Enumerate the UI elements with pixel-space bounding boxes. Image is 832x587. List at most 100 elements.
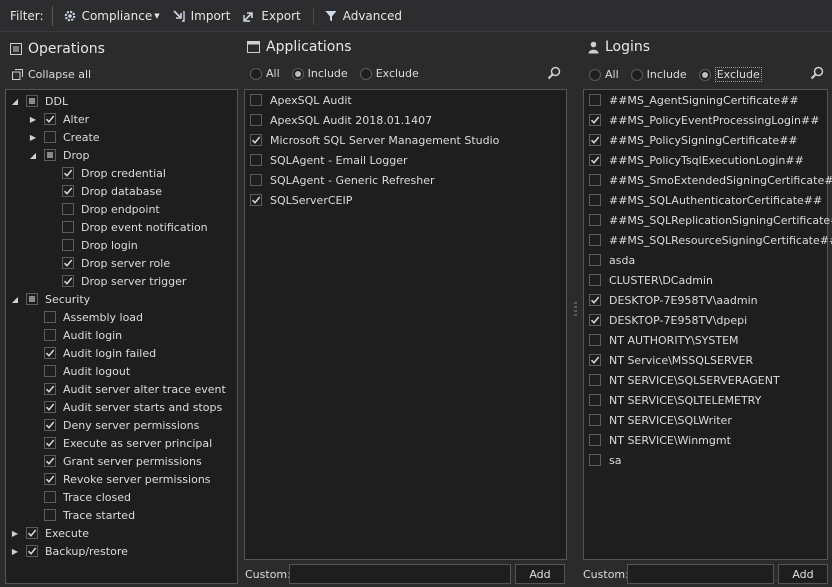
applications-list-item[interactable]: SQLAgent - Email Logger: [250, 151, 407, 169]
applications-add-button[interactable]: Add: [515, 564, 565, 584]
tree-node-checkbox[interactable]: [44, 437, 56, 449]
logins-item-checkbox[interactable]: [589, 334, 601, 346]
tree-node-checkbox[interactable]: [44, 329, 56, 341]
logins-list-item[interactable]: ##MS_SmoExtendedSigningCertificate##: [589, 171, 832, 189]
logins-item-checkbox[interactable]: [589, 434, 601, 446]
applications-radio-exclude[interactable]: [359, 67, 372, 80]
expanded-arrow-icon[interactable]: ◢: [10, 96, 20, 106]
tree-node-checkbox[interactable]: [44, 131, 56, 143]
logins-item-checkbox[interactable]: [589, 114, 601, 126]
export-button[interactable]: Export: [242, 9, 301, 23]
tree-node-checkbox[interactable]: [44, 113, 56, 125]
collapsed-arrow-icon[interactable]: ▶: [10, 546, 20, 556]
tree-node[interactable]: Deny server permissions: [28, 416, 199, 434]
tree-node-checkbox[interactable]: [44, 311, 56, 323]
expanded-arrow-icon[interactable]: ◢: [28, 150, 38, 160]
applications-item-checkbox[interactable]: [250, 134, 262, 146]
logins-list-item[interactable]: asda: [589, 251, 635, 269]
logins-list-item[interactable]: DESKTOP-7E958TV\dpepi: [589, 311, 747, 329]
tree-node[interactable]: Trace started: [28, 506, 135, 524]
search-icon[interactable]: [810, 66, 824, 80]
logins-list-item[interactable]: NT SERVICE\SQLSERVERAGENT: [589, 371, 780, 389]
search-icon[interactable]: [547, 66, 561, 80]
logins-list-item[interactable]: ##MS_AgentSigningCertificate##: [589, 91, 799, 109]
splitter-grip[interactable]: [574, 302, 577, 316]
logins-custom-input[interactable]: [627, 564, 774, 584]
collapsed-arrow-icon[interactable]: ▶: [10, 528, 20, 538]
logins-list-item[interactable]: ##MS_SQLResourceSigningCertificate##: [589, 231, 832, 249]
compliance-button[interactable]: Compliance ▼: [63, 9, 160, 23]
logins-add-button[interactable]: Add: [778, 564, 828, 584]
tree-node[interactable]: Drop server role: [46, 254, 170, 272]
collapsed-arrow-icon[interactable]: ▶: [28, 114, 38, 124]
logins-list-item[interactable]: DESKTOP-7E958TV\aadmin: [589, 291, 758, 309]
advanced-button[interactable]: Advanced: [324, 9, 402, 23]
applications-item-checkbox[interactable]: [250, 114, 262, 126]
tree-node-checkbox[interactable]: [62, 185, 74, 197]
logins-item-checkbox[interactable]: [589, 454, 601, 466]
applications-item-checkbox[interactable]: [250, 194, 262, 206]
applications-custom-input[interactable]: [289, 564, 511, 584]
tree-node-checkbox[interactable]: [26, 545, 38, 557]
logins-radio-exclude[interactable]: [698, 68, 711, 81]
tree-node[interactable]: Audit login: [28, 326, 122, 344]
expanded-arrow-icon[interactable]: ◢: [10, 294, 20, 304]
tree-node[interactable]: Drop login: [46, 236, 138, 254]
tree-node-checkbox[interactable]: [44, 491, 56, 503]
tree-node[interactable]: Audit server alter trace event: [28, 380, 226, 398]
applications-item-checkbox[interactable]: [250, 174, 262, 186]
logins-item-checkbox[interactable]: [589, 174, 601, 186]
logins-list-item[interactable]: ##MS_PolicyTsqlExecutionLogin##: [589, 151, 804, 169]
tree-node[interactable]: Execute as server principal: [28, 434, 212, 452]
logins-item-checkbox[interactable]: [589, 414, 601, 426]
tree-node[interactable]: ◢ Drop: [28, 146, 90, 164]
logins-list-item[interactable]: NT AUTHORITY\SYSTEM: [589, 331, 739, 349]
applications-radio-all[interactable]: [250, 67, 262, 80]
tree-node[interactable]: Drop database: [46, 182, 162, 200]
tree-node[interactable]: Audit login failed: [28, 344, 156, 362]
logins-radio-include[interactable]: [630, 68, 643, 81]
logins-list-item[interactable]: ##MS_PolicySigningCertificate##: [589, 131, 798, 149]
tree-node-checkbox[interactable]: [62, 257, 74, 269]
tree-node-checkbox[interactable]: [44, 149, 56, 161]
tree-node-checkbox[interactable]: [44, 473, 56, 485]
logins-item-checkbox[interactable]: [589, 254, 601, 266]
logins-item-checkbox[interactable]: [589, 274, 601, 286]
logins-item-checkbox[interactable]: [589, 214, 601, 226]
tree-node-checkbox[interactable]: [62, 275, 74, 287]
tree-node-checkbox[interactable]: [44, 401, 56, 413]
logins-item-checkbox[interactable]: [589, 294, 601, 306]
tree-node[interactable]: Assembly load: [28, 308, 143, 326]
applications-list-item[interactable]: SQLAgent - Generic Refresher: [250, 171, 435, 189]
logins-item-checkbox[interactable]: [589, 194, 601, 206]
logins-list-item[interactable]: NT Service\MSSQLSERVER: [589, 351, 753, 369]
logins-list-item[interactable]: ##MS_SQLReplicationSigningCertificate##: [589, 211, 832, 229]
logins-item-checkbox[interactable]: [589, 154, 601, 166]
applications-item-checkbox[interactable]: [250, 154, 262, 166]
logins-list-item[interactable]: ##MS_PolicyEventProcessingLogin##: [589, 111, 819, 129]
tree-node-checkbox[interactable]: [62, 239, 74, 251]
tree-node[interactable]: Grant server permissions: [28, 452, 202, 470]
applications-list-item[interactable]: ApexSQL Audit: [250, 91, 352, 109]
tree-node[interactable]: ▶ Backup/restore: [10, 542, 128, 560]
logins-item-checkbox[interactable]: [589, 234, 601, 246]
tree-node[interactable]: ◢ Security: [10, 290, 90, 308]
tree-node[interactable]: Trace closed: [28, 488, 131, 506]
collapse-all-button[interactable]: Collapse all: [12, 68, 91, 81]
tree-node-checkbox[interactable]: [62, 221, 74, 233]
logins-list-item[interactable]: NT SERVICE\SQLWriter: [589, 411, 732, 429]
logins-list-item[interactable]: CLUSTER\DCadmin: [589, 271, 713, 289]
logins-item-checkbox[interactable]: [589, 314, 601, 326]
tree-node[interactable]: ◢ DDL: [10, 92, 68, 110]
tree-node[interactable]: Audit server starts and stops: [28, 398, 222, 416]
applications-item-checkbox[interactable]: [250, 94, 262, 106]
tree-node-checkbox[interactable]: [26, 293, 38, 305]
logins-list-item[interactable]: NT SERVICE\Winmgmt: [589, 431, 731, 449]
tree-node-checkbox[interactable]: [44, 383, 56, 395]
tree-node-checkbox[interactable]: [26, 527, 38, 539]
tree-node-checkbox[interactable]: [44, 347, 56, 359]
tree-node[interactable]: ▶ Execute: [10, 524, 89, 542]
logins-item-checkbox[interactable]: [589, 354, 601, 366]
tree-node[interactable]: Drop event notification: [46, 218, 208, 236]
applications-radio-include[interactable]: [291, 67, 304, 80]
